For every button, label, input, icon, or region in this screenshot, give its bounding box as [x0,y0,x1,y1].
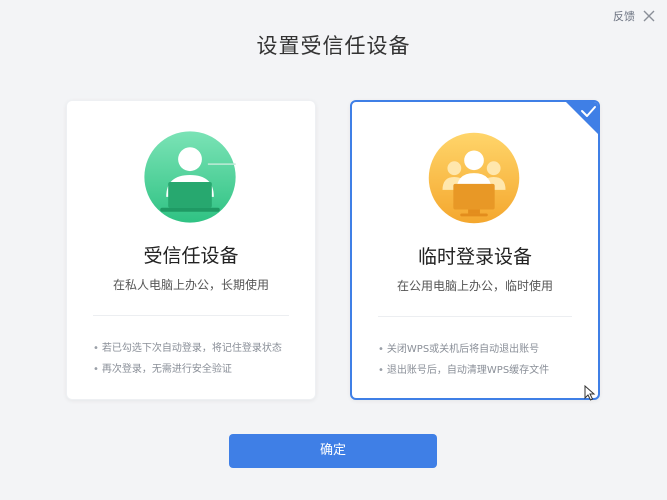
temporary-device-card[interactable]: 临时登录设备 在公用电脑上办公，临时使用 关闭WPS或关机后将自动退出账号 退出… [350,100,600,400]
temporary-device-icon [428,132,520,224]
topbar: 反馈 [613,8,657,24]
confirm-button[interactable]: 确定 [229,434,437,468]
note-item: 关闭WPS或关机后将自动退出账号 [378,339,549,360]
trusted-device-card[interactable]: 受信任设备 在私人电脑上办公，长期使用 若已勾选下次自动登录，将记住登录状态 再… [66,100,316,400]
page-title: 设置受信任设备 [256,34,411,58]
mouse-cursor-icon [584,385,596,401]
selected-check-icon [566,102,598,134]
divider [93,315,289,316]
feedback-link[interactable]: 反馈 [613,8,635,24]
close-icon[interactable] [641,8,657,24]
temporary-device-description: 在公用电脑上办公，临时使用 [396,279,553,293]
note-item: 再次登录，无需进行安全验证 [93,359,282,380]
temporary-device-notes: 关闭WPS或关机后将自动退出账号 退出账号后，自动清理WPS缓存文件 [378,339,549,381]
temporary-device-title: 临时登录设备 [417,246,532,268]
trusted-device-title: 受信任设备 [143,245,239,267]
trusted-device-description: 在私人电脑上办公，长期使用 [112,278,269,292]
note-item: 退出账号后，自动清理WPS缓存文件 [378,360,549,381]
note-item: 若已勾选下次自动登录，将记住登录状态 [93,338,282,359]
trusted-device-icon [144,131,236,223]
divider [378,316,572,317]
trusted-device-notes: 若已勾选下次自动登录，将记住登录状态 再次登录，无需进行安全验证 [93,338,282,380]
